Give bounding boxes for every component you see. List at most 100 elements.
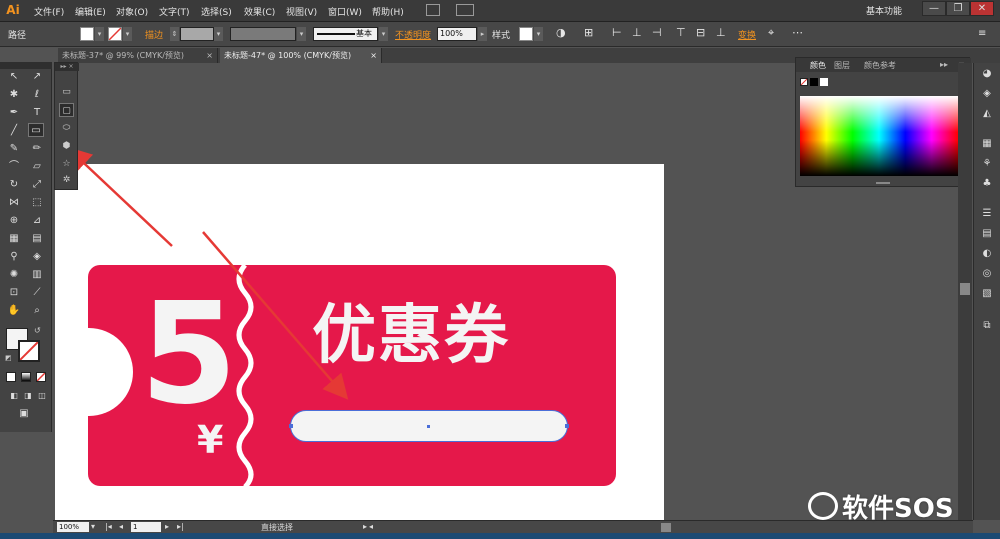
paintbrush-tool-icon[interactable]: ✎ bbox=[6, 142, 22, 156]
hand-tool-icon[interactable]: ✋ bbox=[6, 304, 22, 318]
opacity-dropdown-icon[interactable]: ▸ bbox=[478, 27, 487, 41]
control-menu-icon[interactable]: ≡ bbox=[978, 28, 986, 39]
anchor-point[interactable] bbox=[565, 424, 569, 428]
swatches-icon[interactable]: ▦ bbox=[979, 137, 995, 151]
screen-mode-icon[interactable]: ▣ bbox=[16, 407, 32, 421]
fill-dropdown-icon[interactable]: ▾ bbox=[95, 27, 104, 41]
artboard-tool-icon[interactable]: ⊡ bbox=[6, 286, 22, 300]
selection-tool-icon[interactable]: ↖ bbox=[6, 70, 22, 84]
free-transform-icon[interactable]: ⬚ bbox=[29, 196, 45, 210]
prev-page-icon[interactable]: ◂ bbox=[119, 522, 123, 531]
coupon-title[interactable]: 优惠券 bbox=[312, 296, 510, 376]
magic-wand-icon[interactable]: ✱ bbox=[6, 88, 22, 102]
zoom-dropdown-icon[interactable]: ▾ bbox=[91, 522, 95, 531]
symbol-sprayer-icon[interactable]: ✺ bbox=[6, 268, 22, 282]
vertical-scrollbar[interactable] bbox=[958, 63, 972, 520]
brushes-icon[interactable]: ⚘ bbox=[979, 157, 995, 171]
variable-width-profile[interactable] bbox=[230, 27, 296, 41]
star-tool-icon[interactable]: ☆ bbox=[59, 157, 74, 171]
ellipse-tool-icon[interactable]: ⬭ bbox=[59, 121, 74, 135]
opacity-label[interactable]: 不透明度 bbox=[395, 28, 431, 41]
center-point[interactable] bbox=[427, 425, 430, 428]
panel-options-icon[interactable]: ⋯ bbox=[792, 26, 803, 39]
blob-brush-icon[interactable]: ⌒ bbox=[6, 160, 22, 174]
hscroll-left-icon[interactable]: ◂ bbox=[369, 522, 373, 531]
graphic-style-swatch[interactable] bbox=[519, 27, 533, 41]
stroke-dropdown-icon[interactable]: ▾ bbox=[123, 27, 132, 41]
swap-colors-icon[interactable]: ↺ bbox=[34, 326, 41, 335]
direct-selection-tool-icon[interactable]: ↗ bbox=[29, 70, 45, 84]
tab-layers[interactable]: 图层 bbox=[834, 60, 850, 71]
page-field[interactable]: 1 bbox=[131, 522, 161, 532]
stroke-weight-dropdown-icon[interactable]: ▾ bbox=[214, 27, 223, 41]
last-page-icon[interactable]: ▸| bbox=[177, 522, 184, 531]
transparency-icon[interactable]: ◐ bbox=[979, 247, 995, 261]
lasso-tool-icon[interactable]: ℓ bbox=[29, 88, 45, 102]
rotate-tool-icon[interactable]: ↻ bbox=[6, 178, 22, 192]
close-button[interactable]: ✕ bbox=[970, 1, 994, 16]
rounded-rectangle-tool-icon[interactable]: ▢ bbox=[59, 103, 74, 117]
brush-definition[interactable]: 基本 bbox=[313, 27, 378, 41]
align-left-icon[interactable]: ⊢ bbox=[612, 26, 622, 39]
panel-resize-grip[interactable] bbox=[876, 182, 890, 184]
stroke-color-box[interactable] bbox=[18, 340, 40, 362]
type-tool-icon[interactable]: T bbox=[29, 106, 45, 120]
color-mode-icon[interactable] bbox=[6, 372, 16, 382]
menu-help[interactable]: 帮助(H) bbox=[372, 5, 404, 18]
rounded-rectangle-tool-icon[interactable]: ▭ bbox=[28, 123, 44, 137]
stroke-weight-stepper[interactable]: ⇕ bbox=[170, 27, 179, 41]
mesh-tool-icon[interactable]: ▦ bbox=[6, 232, 22, 246]
black-swatch[interactable] bbox=[810, 78, 818, 86]
align-middle-icon[interactable]: ⊟ bbox=[696, 26, 705, 39]
coupon-currency[interactable]: ¥ bbox=[197, 420, 223, 460]
minimize-button[interactable]: — bbox=[922, 1, 946, 16]
brush-dropdown-icon[interactable]: ▾ bbox=[379, 27, 388, 41]
appearance-icon[interactable]: ◎ bbox=[979, 267, 995, 281]
color-panel-icon[interactable]: ◕ bbox=[979, 67, 995, 81]
next-page-icon[interactable]: ▸ bbox=[165, 522, 169, 531]
stroke-label[interactable]: 描边 bbox=[145, 28, 163, 41]
menu-file[interactable]: 文件(F) bbox=[34, 5, 64, 18]
doc-tab-37[interactable]: 未标题-37* @ 99% (CMYK/预览) × bbox=[58, 48, 218, 63]
stroke-panel-icon[interactable]: ☰ bbox=[979, 207, 995, 221]
blend-tool-icon[interactable]: ◈ bbox=[29, 250, 45, 264]
menu-edit[interactable]: 编辑(E) bbox=[75, 5, 106, 18]
menu-select[interactable]: 选择(S) bbox=[201, 5, 232, 18]
gradient-tool-icon[interactable]: ▤ bbox=[29, 232, 45, 246]
tab-close-icon[interactable]: × bbox=[206, 48, 213, 63]
profile-dropdown-icon[interactable]: ▾ bbox=[297, 27, 306, 41]
color-guide-icon[interactable]: ◭ bbox=[979, 107, 995, 121]
white-swatch[interactable] bbox=[820, 78, 828, 86]
menu-view[interactable]: 视图(V) bbox=[286, 5, 317, 18]
layers-panel-icon[interactable]: ◈ bbox=[979, 87, 995, 101]
align-right-icon[interactable]: ⊣ bbox=[652, 26, 662, 39]
scroll-thumb[interactable] bbox=[960, 283, 970, 295]
status-menu-icon[interactable]: ▸ bbox=[363, 522, 367, 531]
artboards-panel-icon[interactable]: ⧉ bbox=[979, 319, 995, 333]
shape-builder-icon[interactable]: ⊕ bbox=[6, 214, 22, 228]
stroke-weight-field[interactable] bbox=[180, 27, 214, 41]
align-top-icon[interactable]: ⊤ bbox=[676, 26, 686, 39]
none-swatch[interactable] bbox=[800, 78, 808, 86]
color-spectrum[interactable] bbox=[800, 96, 958, 176]
tab-color-guide[interactable]: 颜色参考 bbox=[864, 60, 896, 71]
line-tool-icon[interactable]: ╱ bbox=[6, 124, 22, 138]
workspace-switcher[interactable]: 基本功能 bbox=[866, 4, 902, 17]
tab-close-icon[interactable]: × bbox=[370, 48, 377, 63]
gradient-panel-icon[interactable]: ▤ bbox=[979, 227, 995, 241]
hscroll-thumb[interactable] bbox=[661, 523, 671, 532]
none-mode-icon[interactable] bbox=[36, 372, 46, 382]
scale-tool-icon[interactable]: ⤢ bbox=[29, 178, 45, 192]
default-colors-icon[interactable]: ◩ bbox=[5, 354, 12, 362]
stroke-swatch[interactable] bbox=[108, 27, 122, 41]
fill-swatch[interactable] bbox=[80, 27, 94, 41]
panel-collapse-icon[interactable]: ▸▸ bbox=[940, 60, 948, 69]
width-tool-icon[interactable]: ⋈ bbox=[6, 196, 22, 210]
symbols-icon[interactable]: ♣ bbox=[979, 177, 995, 191]
recolor-icon[interactable]: ◑ bbox=[556, 26, 566, 39]
graphic-styles-icon[interactable]: ▧ bbox=[979, 287, 995, 301]
eraser-tool-icon[interactable]: ▱ bbox=[29, 160, 45, 174]
gradient-mode-icon[interactable] bbox=[21, 372, 31, 382]
isolate-icon[interactable]: ⌖ bbox=[768, 26, 774, 40]
flare-tool-icon[interactable]: ✲ bbox=[59, 173, 74, 187]
